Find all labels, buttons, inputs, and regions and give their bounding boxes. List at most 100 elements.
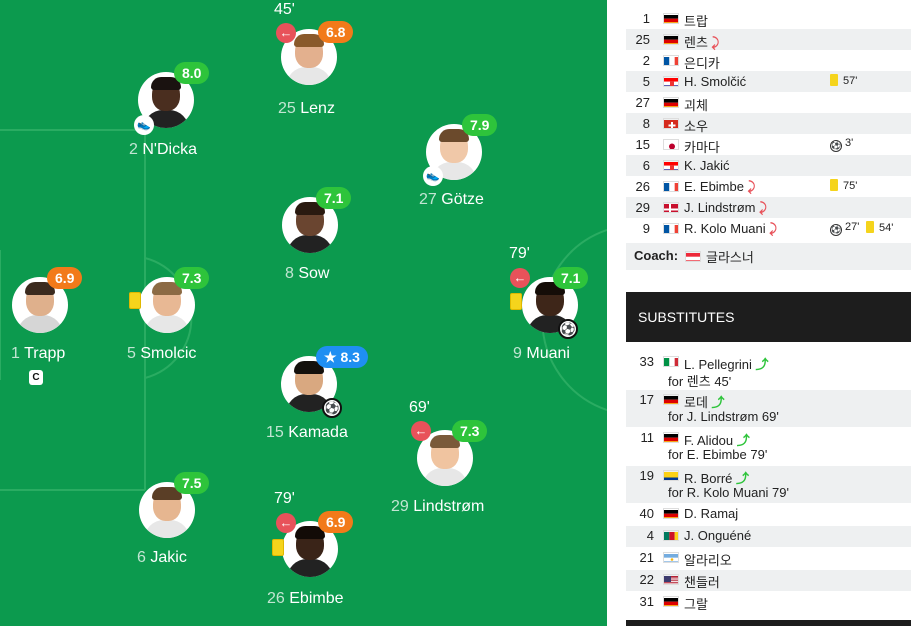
- lindstrom-name: Lindstrøm: [413, 498, 485, 515]
- player-name-link[interactable]: 알라리오: [684, 550, 732, 569]
- lindstrom-label[interactable]: 29 Lindstrøm: [391, 498, 484, 516]
- player-name-link[interactable]: 괴체: [684, 95, 708, 114]
- substitute-row[interactable]: 4 J. Onguéné: [626, 526, 911, 547]
- flag-italy-icon: [663, 356, 679, 367]
- smolcic-name: Smolcic: [140, 345, 197, 362]
- trapp-number: 1: [11, 345, 20, 362]
- lineup-row[interactable]: 5 H. Smolčić 57': [626, 71, 911, 92]
- lineup-row[interactable]: 9 R. Kolo Muani ⤸ ⚽ 27' 54': [626, 218, 911, 239]
- lineup-row[interactable]: 2 은디카: [626, 50, 911, 71]
- player-name: 렌츠: [684, 35, 708, 50]
- lindstrom-rating: 7.3: [452, 420, 488, 442]
- player-name-link[interactable]: K. Jakić: [684, 158, 730, 173]
- player-name-link[interactable]: J. Lindstrøm ⤸: [684, 200, 767, 216]
- kamada-label[interactable]: 15 Kamada: [266, 424, 348, 442]
- lindstrom-number: 29: [391, 498, 409, 515]
- player-name-link[interactable]: R. Kolo Muani ⤸: [684, 221, 777, 237]
- player-name-link[interactable]: 렌츠 ⤸: [684, 32, 719, 51]
- yellow-card-icon: [272, 539, 284, 556]
- boot-icon: 👟: [134, 115, 154, 135]
- flag-austria-icon: [685, 251, 701, 262]
- player-name-link[interactable]: 챈들러: [684, 572, 720, 591]
- player-name: F. Alidou: [684, 433, 734, 448]
- ebimbe-rating: 6.9: [318, 511, 354, 533]
- lindstrom-sub-minute: 69': [409, 399, 430, 416]
- substituted-out-icon: ⤸: [707, 35, 720, 50]
- shirt-number: 5: [642, 74, 650, 89]
- flag-japan-icon: [663, 139, 679, 150]
- lineup-row[interactable]: 29 J. Lindstrøm ⤸: [626, 197, 911, 218]
- player-name-link[interactable]: 카마다: [684, 137, 720, 156]
- substitute-row[interactable]: 33 L. Pellegrini ⤴ for 렌츠 45': [626, 352, 911, 389]
- gotze-rating: 7.9: [462, 114, 498, 136]
- lineup-row[interactable]: 1 트랍: [626, 8, 911, 29]
- lenz-label[interactable]: 25 Lenz: [278, 100, 335, 118]
- lineup-row[interactable]: 15 카마다 ⚽ 3': [626, 134, 911, 155]
- lineup-row[interactable]: 26 E. Ebimbe ⤸ 75': [626, 176, 911, 197]
- flag-france-icon: [663, 223, 679, 234]
- ebimbe-name: Ebimbe: [289, 590, 344, 607]
- replaced-player-text: for 렌츠 45': [668, 374, 732, 389]
- lineup-row[interactable]: 8 소우: [626, 113, 911, 134]
- goal-event: ⚽ 3': [830, 137, 853, 152]
- coach-name[interactable]: 글라스너: [706, 247, 754, 266]
- muani-sub-minute: 79': [509, 245, 530, 262]
- flag-cameroon-icon: [663, 530, 679, 541]
- jakic-label[interactable]: 6 Jakic: [137, 549, 187, 567]
- substitute-row[interactable]: 40 D. Ramaj: [626, 504, 911, 525]
- shirt-number: 27: [635, 95, 650, 110]
- substitute-row[interactable]: 17 로데 ⤴ for J. Lindstrøm 69': [626, 390, 911, 427]
- sow-label[interactable]: 8 Sow: [285, 265, 329, 283]
- trapp-label[interactable]: 1 Trapp: [11, 345, 65, 363]
- lenz-sub-minute: 45': [274, 1, 295, 18]
- substituted-in-icon: ⤴: [732, 471, 750, 486]
- substitute-row[interactable]: 19 R. Borré ⤴ for R. Kolo Muani 79': [626, 466, 911, 503]
- shirt-number: 8: [642, 116, 650, 131]
- flag-germany-icon: [663, 97, 679, 108]
- replaced-player-text: for J. Lindstrøm 69': [668, 409, 779, 424]
- muani-rating: 7.1: [553, 267, 589, 289]
- flag-germany-icon: [663, 394, 679, 405]
- shirt-number: 19: [639, 468, 654, 483]
- lineup-row[interactable]: 25 렌츠 ⤸: [626, 29, 911, 50]
- goal-ball-icon: ⚽: [558, 319, 578, 339]
- flag-france-icon: [663, 181, 679, 192]
- shirt-number: 33: [639, 354, 654, 369]
- shirt-number: 2: [642, 53, 650, 68]
- ndicka-name: N'Dicka: [142, 141, 197, 158]
- shirt-number: 29: [635, 200, 650, 215]
- player-name-link[interactable]: 그랄: [684, 594, 708, 613]
- lineup-row[interactable]: 27 괴체: [626, 92, 911, 113]
- player-name-link[interactable]: 은디카: [684, 53, 720, 72]
- substitute-row[interactable]: 21 알라리오: [626, 548, 911, 569]
- ndicka-label[interactable]: 2 N'Dicka: [129, 141, 197, 159]
- player-name-link[interactable]: 소우: [684, 116, 708, 135]
- substitute-row[interactable]: 31 그랄: [626, 592, 911, 613]
- player-name-link[interactable]: E. Ebimbe ⤸: [684, 179, 755, 195]
- card-minute: 57': [843, 75, 858, 87]
- flag-argentina-icon: [663, 552, 679, 563]
- gotze-label[interactable]: 27 Götze: [419, 191, 484, 209]
- flag-croatia-icon: [663, 76, 679, 87]
- player-name-link[interactable]: J. Onguéné: [684, 528, 751, 543]
- smolcic-number: 5: [127, 345, 136, 362]
- player-name-link[interactable]: D. Ramaj: [684, 506, 738, 521]
- shirt-number: 9: [642, 221, 650, 236]
- muani-label[interactable]: 9 Muani: [513, 345, 570, 363]
- card-minute: 54': [879, 222, 894, 234]
- smolcic-label[interactable]: 5 Smolcic: [127, 345, 196, 363]
- shirt-number: 40: [639, 506, 654, 521]
- player-name: 알라리오: [684, 553, 732, 568]
- player-name: J. Onguéné: [684, 528, 752, 543]
- coach-row: Coach: 글라스너: [626, 243, 911, 270]
- shirt-number: 22: [639, 572, 654, 587]
- lineup-row[interactable]: 6 K. Jakić: [626, 155, 911, 176]
- ebimbe-label[interactable]: 26 Ebimbe: [267, 590, 344, 608]
- goal-event: ⚽ 27': [830, 221, 859, 236]
- substitute-row[interactable]: 22 챈들러: [626, 570, 911, 591]
- player-name-link[interactable]: 트랍: [684, 11, 708, 30]
- player-name-link[interactable]: H. Smolčić: [684, 74, 746, 89]
- player-name: R. Borré: [684, 471, 733, 486]
- player-name: D. Ramaj: [684, 506, 739, 521]
- substitute-row[interactable]: 11 F. Alidou ⤴ for E. Ebimbe 79': [626, 428, 911, 465]
